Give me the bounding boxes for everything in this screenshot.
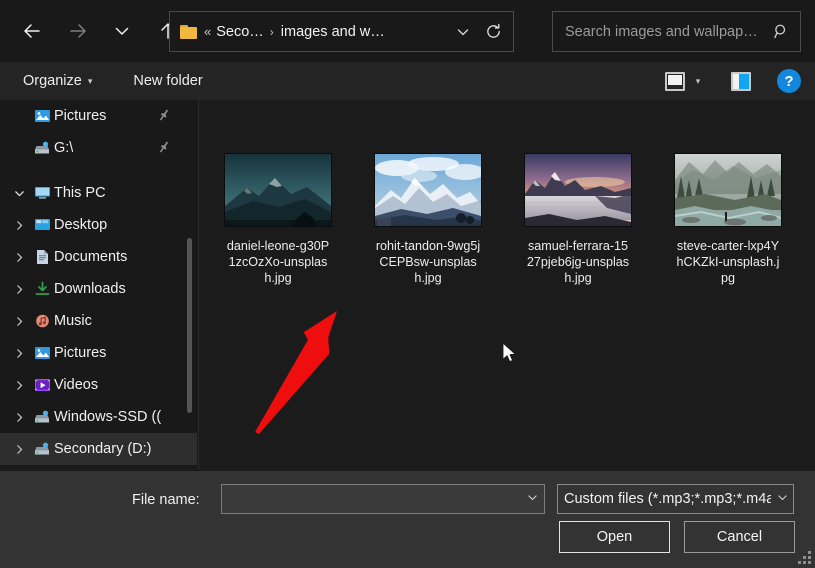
file-thumbnail xyxy=(525,150,631,226)
chevron-down-icon: ▾ xyxy=(87,75,93,86)
chevron-right-icon[interactable] xyxy=(8,219,30,232)
sidebar-item-desktop[interactable]: Desktop xyxy=(0,209,197,241)
sidebar-item-label: Music xyxy=(54,313,92,329)
sidebar-item-downloads[interactable]: Downloads xyxy=(0,273,197,305)
refresh-icon[interactable] xyxy=(477,15,509,49)
search-input[interactable]: Search images and wallpap… xyxy=(565,24,768,40)
sidebar-item-this-pc[interactable]: This PC xyxy=(0,177,197,209)
file-open-dialog: « Seco… › images and w… Search images an… xyxy=(0,0,815,568)
new-folder-button[interactable]: New folder xyxy=(124,66,211,96)
sidebar-item-g[interactable]: G:\ xyxy=(0,132,197,164)
sidebar-item-label: Pictures xyxy=(54,108,107,124)
music-icon xyxy=(30,313,54,329)
filename-combobox[interactable] xyxy=(221,484,545,514)
chevron-down-icon[interactable] xyxy=(520,491,544,507)
sidebar-item-label: Pictures xyxy=(54,345,107,361)
this-pc-icon xyxy=(30,185,54,201)
drive-icon xyxy=(30,441,54,457)
cancel-button[interactable]: Cancel xyxy=(684,521,795,553)
file-name-label: rohit-tandon-9wg5jCEPBsw-unsplash.jpg xyxy=(375,239,481,285)
chevron-right-icon[interactable] xyxy=(8,315,30,328)
folder-icon xyxy=(180,24,197,39)
sidebar-item-music[interactable]: Music xyxy=(0,305,197,337)
sidebar-item-label: Desktop xyxy=(54,217,108,233)
search-icon[interactable] xyxy=(768,23,794,40)
command-bar: Organize ▾ New folder ▾ ? xyxy=(0,62,815,100)
chevron-right-icon[interactable] xyxy=(8,283,30,296)
preview-pane-icon[interactable] xyxy=(731,71,751,91)
navigation-pane: Pictures G:\ This PC Desktop Documents Downlo… xyxy=(0,100,197,470)
pin-icon[interactable] xyxy=(157,108,171,125)
search-box[interactable]: Search images and wallpap… xyxy=(552,11,801,52)
chevron-down-icon[interactable] xyxy=(449,15,477,49)
videos-icon xyxy=(30,377,54,393)
file-name-label: daniel-leone-g30P1zcOzXo-unsplash.jpg xyxy=(226,239,330,285)
address-bar[interactable]: « Seco… › images and w… xyxy=(169,11,514,52)
forward-button[interactable] xyxy=(60,13,96,49)
downloads-icon xyxy=(30,281,54,297)
back-button[interactable] xyxy=(14,13,50,49)
sidebar-item-label: Documents xyxy=(54,249,128,265)
recent-locations-button[interactable] xyxy=(104,13,140,49)
filename-label: File name: xyxy=(132,492,200,508)
file-thumbnail xyxy=(225,150,331,226)
resize-grip-icon[interactable] xyxy=(797,550,811,564)
sidebar-item-windows-ssd[interactable]: Windows-SSD (( xyxy=(0,401,197,433)
sidebar-item-secondary-d[interactable]: Secondary (D:) xyxy=(0,433,197,465)
sidebar-item-label: This PC xyxy=(54,185,106,201)
breadcrumb-separator: › xyxy=(269,24,274,39)
sidebar-item-pictures[interactable]: Pictures xyxy=(0,100,197,132)
pictures-icon xyxy=(30,345,54,361)
desktop-icon xyxy=(30,217,54,233)
file-name-label: samuel-ferrara-1527pjeb6jg-unsplash.jpg xyxy=(526,239,630,285)
sidebar-item-pictures[interactable]: Pictures xyxy=(0,337,197,369)
chevron-right-icon[interactable] xyxy=(8,411,30,424)
file-thumbnail xyxy=(675,150,781,226)
documents-icon xyxy=(30,249,54,265)
pictures-icon xyxy=(30,108,54,124)
new-folder-label: New folder xyxy=(133,73,203,89)
organize-button[interactable]: Organize ▾ xyxy=(14,66,101,96)
filetype-combobox[interactable]: Custom files (*.mp3;*.mp3;*.m4a xyxy=(557,484,794,514)
chevron-down-icon[interactable] xyxy=(771,491,793,507)
file-list-view[interactable]: daniel-leone-g30P1zcOzXo-unsplash.jpg roh… xyxy=(198,100,815,470)
file-tile[interactable]: steve-carter-lxp4YhCKZkI-unsplash.jpg xyxy=(675,150,781,286)
sidebar-item-label: Downloads xyxy=(54,281,126,297)
chevron-right-icon[interactable] xyxy=(8,251,30,264)
chevron-right-icon[interactable] xyxy=(8,443,30,456)
file-name-label: steve-carter-lxp4YhCKZkI-unsplash.jpg xyxy=(676,239,780,285)
pin-icon[interactable] xyxy=(157,140,171,157)
organize-label: Organize xyxy=(23,73,82,89)
file-thumbnail xyxy=(375,150,481,226)
file-tile[interactable]: samuel-ferrara-1527pjeb6jg-unsplash.jpg xyxy=(525,150,631,286)
sidebar-item-label: Videos xyxy=(54,377,99,393)
sidebar-item-documents[interactable]: Documents xyxy=(0,241,197,273)
breadcrumb-item-1[interactable]: images and w… xyxy=(281,24,385,40)
open-button[interactable]: Open xyxy=(559,521,670,553)
breadcrumb-overflow[interactable]: « xyxy=(204,24,211,39)
sidebar-item-label: Secondary (D:) xyxy=(54,441,152,457)
filetype-value: Custom files (*.mp3;*.mp3;*.m4a xyxy=(564,491,771,507)
help-button[interactable]: ? xyxy=(777,69,801,93)
sidebar-item-videos[interactable]: Videos xyxy=(0,369,197,401)
breadcrumb-item-0[interactable]: Seco… xyxy=(216,24,264,40)
chevron-right-icon[interactable] xyxy=(8,347,30,360)
sidebar-divider xyxy=(0,164,197,177)
view-options-icon[interactable] xyxy=(665,71,685,91)
sidebar-scrollbar-thumb[interactable] xyxy=(187,238,192,413)
chevron-right-icon[interactable] xyxy=(8,379,30,392)
drive-icon xyxy=(30,409,54,425)
drive-icon xyxy=(30,140,54,156)
file-tile[interactable]: daniel-leone-g30P1zcOzXo-unsplash.jpg xyxy=(225,150,331,286)
sidebar-item-label: Windows-SSD (( xyxy=(54,409,162,425)
chevron-down-icon[interactable] xyxy=(8,187,30,200)
chevron-down-icon[interactable]: ▾ xyxy=(687,76,709,87)
file-tile[interactable]: rohit-tandon-9wg5jCEPBsw-unsplash.jpg xyxy=(375,150,481,286)
sidebar-item-label: G:\ xyxy=(54,140,74,156)
